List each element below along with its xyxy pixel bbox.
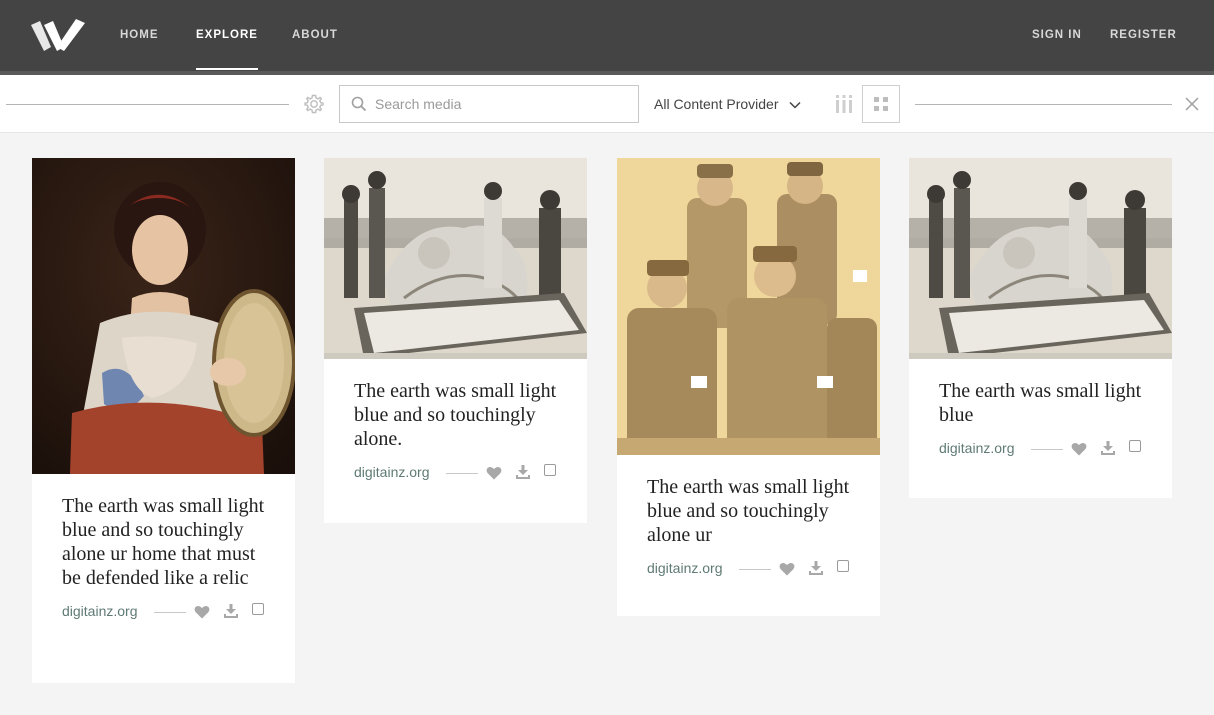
meta-divider [739, 569, 771, 570]
register-link[interactable]: REGISTER [1110, 0, 1177, 71]
media-card[interactable]: The earth was small light blue and so to… [324, 158, 587, 523]
meta-divider [1031, 449, 1063, 450]
media-card[interactable]: The earth was small light blue and so to… [32, 158, 295, 683]
card-title: The earth was small light blue [939, 380, 1142, 426]
nav-explore-label: EXPLORE [196, 29, 258, 41]
search-icon [351, 96, 367, 112]
card-body: The earth was small light blue and so to… [324, 359, 587, 483]
card-image[interactable] [32, 158, 295, 474]
divider-left [6, 104, 289, 105]
select-checkbox[interactable] [252, 603, 264, 615]
meta-divider [154, 612, 186, 613]
card-meta: digitainz.org [62, 602, 265, 622]
select-checkbox[interactable] [1129, 440, 1141, 452]
active-tab-indicator [196, 68, 258, 70]
nav-about[interactable]: ABOUT [292, 0, 338, 71]
card-body: The earth was small light blue digitainz… [909, 359, 1172, 459]
nav-explore[interactable]: EXPLORE [196, 0, 258, 71]
card-meta: digitainz.org [939, 439, 1142, 459]
top-navigation: HOME EXPLORE ABOUT SIGN IN REGISTER [0, 0, 1214, 71]
source-link[interactable]: digitainz.org [939, 440, 1015, 456]
card-image[interactable] [324, 158, 587, 359]
logo[interactable] [31, 17, 85, 55]
source-link[interactable]: digitainz.org [647, 560, 723, 576]
heart-icon[interactable] [779, 562, 795, 576]
sign-in-link[interactable]: SIGN IN [1032, 0, 1082, 71]
divider-right [915, 104, 1172, 105]
select-checkbox[interactable] [544, 464, 556, 476]
column-view-icon[interactable] [835, 95, 853, 113]
filter-bar: All Content Provider [0, 75, 1214, 133]
select-checkbox[interactable] [837, 560, 849, 572]
download-icon[interactable] [808, 560, 824, 576]
card-title: The earth was small light blue and so to… [62, 495, 265, 589]
grid-view-button[interactable] [862, 85, 900, 123]
search-box [339, 85, 639, 123]
media-card[interactable]: The earth was small light blue digitainz… [909, 158, 1172, 498]
source-link[interactable]: digitainz.org [354, 464, 430, 480]
heart-icon[interactable] [194, 605, 210, 619]
card-title: The earth was small light blue and so to… [647, 476, 850, 546]
download-icon[interactable] [515, 464, 531, 480]
card-image[interactable] [617, 158, 880, 455]
heart-icon[interactable] [486, 466, 502, 480]
search-input[interactable] [375, 86, 630, 122]
media-card[interactable]: The earth was small light blue and so to… [617, 158, 880, 616]
source-link[interactable]: digitainz.org [62, 603, 138, 619]
chevron-down-icon [788, 102, 801, 109]
card-body: The earth was small light blue and so to… [617, 455, 880, 579]
card-meta: digitainz.org [647, 559, 850, 579]
card-image[interactable] [909, 158, 1172, 359]
content-provider-select[interactable]: All Content Provider [654, 85, 801, 123]
card-body: The earth was small light blue and so to… [32, 474, 295, 622]
download-icon[interactable] [223, 603, 239, 619]
download-icon[interactable] [1100, 440, 1116, 456]
gear-icon[interactable] [303, 93, 325, 115]
grid-view-icon [874, 97, 888, 111]
content-provider-label: All Content Provider [654, 96, 779, 112]
meta-divider [446, 473, 478, 474]
card-title: The earth was small light blue and so to… [354, 380, 557, 450]
card-meta: digitainz.org [354, 463, 557, 483]
close-icon[interactable] [1185, 97, 1199, 111]
heart-icon[interactable] [1071, 442, 1087, 456]
nav-home[interactable]: HOME [120, 0, 159, 71]
